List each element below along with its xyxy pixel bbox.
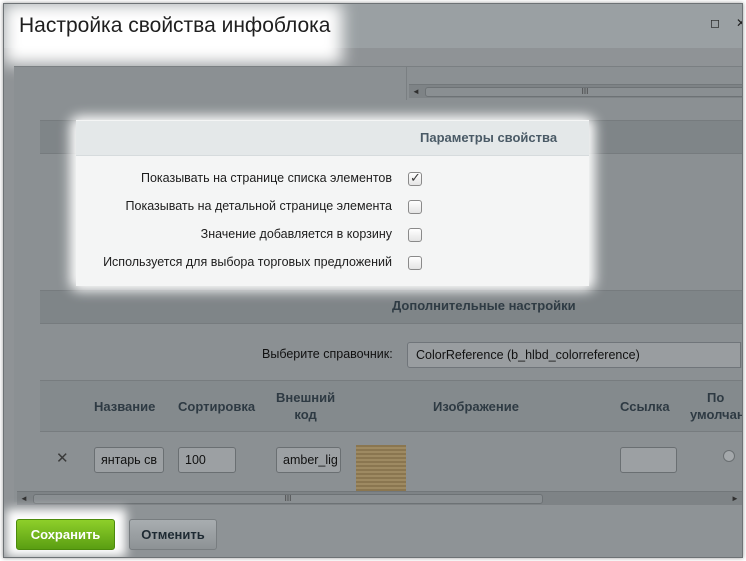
column-header-default-line1: По [707, 390, 725, 405]
value-link-input[interactable] [620, 447, 677, 473]
checkbox-basket[interactable] [408, 228, 422, 242]
scroll-right-icon[interactable]: ► [731, 492, 739, 506]
checkbox-list-page[interactable] [408, 170, 422, 186]
column-header-external-code: Внешний код [276, 389, 335, 423]
horizontal-scrollbar-bottom[interactable]: ◄ III ► [17, 491, 742, 505]
divider [14, 66, 742, 67]
dialog-title: Настройка свойства инфоблока [19, 14, 331, 37]
maximize-icon[interactable]: ◻ [710, 16, 720, 30]
params-title: Параметры свойства [420, 130, 558, 145]
param-label-basket: Значение добавляется в корзину [200, 227, 392, 241]
value-external-code-input[interactable]: amber_lig [276, 447, 341, 473]
checkbox-offers[interactable] [408, 256, 422, 270]
directory-label: Выберите справочник: [262, 347, 393, 361]
value-sort-input[interactable]: 100 [178, 447, 236, 473]
column-header-image: Изображение [433, 399, 519, 414]
cancel-button[interactable]: Отменить [129, 519, 217, 550]
column-header-link: Ссылка [620, 399, 670, 414]
directory-select[interactable]: ColorReference (b_hlbd_colorreference) [407, 342, 742, 368]
value-name-input[interactable]: янтарь св [94, 447, 164, 473]
default-radio[interactable] [723, 450, 735, 462]
column-header-external-code-line2: код [294, 407, 317, 422]
close-icon[interactable]: ✕ [736, 16, 742, 30]
scroll-thumb[interactable]: III [33, 494, 543, 504]
save-button[interactable]: Сохранить [16, 519, 115, 550]
param-label-list-page: Показывать на странице списка элементов [140, 171, 392, 185]
title-bar[interactable]: Настройка свойства инфоблока ◻ ✕ [4, 4, 742, 64]
column-header-name: Название [94, 399, 156, 414]
param-label-detail-page: Показывать на детальной странице элемент… [125, 199, 392, 213]
table-header: Название Сортировка Внешний код Изображе… [40, 380, 742, 432]
scroll-left-icon[interactable]: ◄ [412, 85, 420, 99]
checkbox-detail-page[interactable] [408, 200, 422, 214]
scroll-left-icon[interactable]: ◄ [20, 492, 28, 506]
column-header-external-code-line1: Внешний [276, 390, 336, 405]
divider [406, 66, 407, 100]
params-header: Параметры свойства [76, 121, 589, 156]
value-image-thumbnail[interactable] [356, 445, 406, 491]
additional-title: Дополнительные настройки [392, 298, 576, 313]
dialog-window: Настройка свойства инфоблока ◻ ✕ ◄ III П… [3, 3, 743, 558]
param-label-offers: Используется для выбора торговых предлож… [103, 255, 392, 269]
delete-row-icon[interactable]: ✕ [56, 449, 69, 467]
scroll-thumb[interactable]: III [425, 87, 742, 97]
column-header-default: По умолчан [690, 389, 743, 423]
horizontal-scrollbar-top[interactable]: ◄ III [409, 84, 742, 98]
additional-section-header [40, 290, 742, 324]
column-header-default-line2: умолчан [690, 407, 743, 422]
column-header-sort: Сортировка [178, 399, 256, 414]
select-dropdown-button[interactable] [740, 342, 742, 368]
